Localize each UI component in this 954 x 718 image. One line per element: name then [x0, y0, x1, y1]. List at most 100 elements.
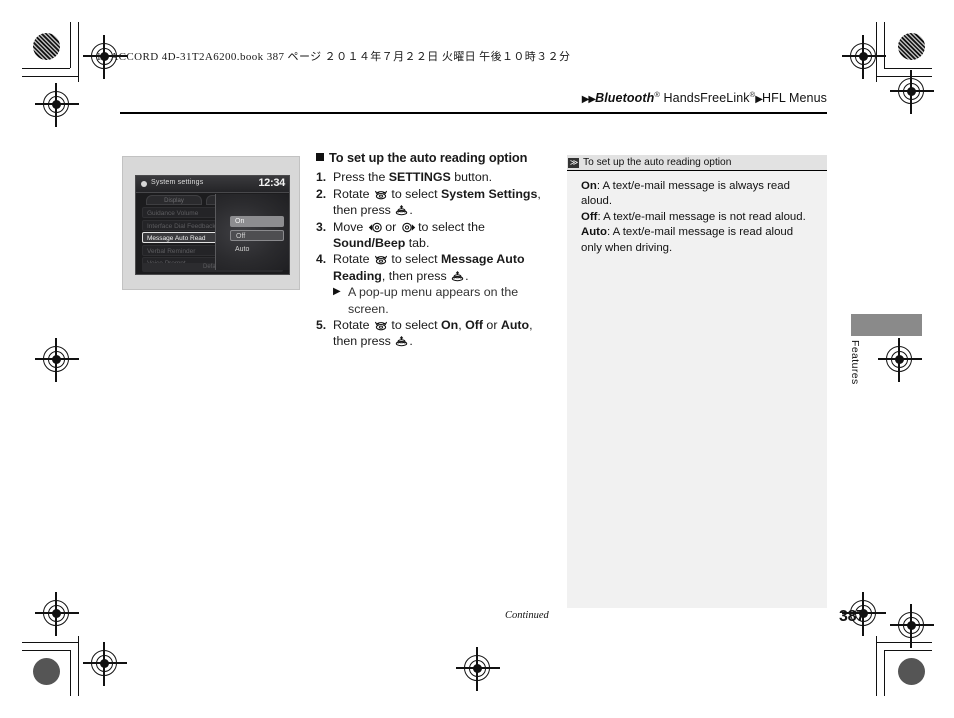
bullet-square-icon: [316, 153, 324, 161]
registration-mark-top-right: [842, 35, 886, 79]
crop-line-tr-v1: [884, 22, 886, 68]
knob-right-icon: [401, 222, 415, 233]
registration-mark-right-upper: [890, 70, 934, 114]
step-run: .: [409, 334, 413, 349]
side-note-heading-text: To set up the auto reading option: [583, 157, 732, 168]
step-run: to select the: [414, 219, 485, 234]
instruction-step-4: 4. Rotate to select Message Auto Reading…: [316, 251, 556, 284]
note-line-on: On: A text/e-mail message is always read…: [581, 179, 817, 210]
registration-mark-left-upper: [35, 83, 79, 127]
step-run: .: [409, 203, 413, 218]
crop-line-tr-h1: [884, 68, 932, 70]
step-run: Press the: [333, 170, 389, 185]
step-text: Rotate to select System Settings, then p…: [333, 187, 541, 217]
note-line-off: Off: A text/e-mail message is not read a…: [581, 210, 817, 225]
step-number: 2.: [316, 186, 327, 201]
side-note-body: On: A text/e-mail message is always read…: [567, 171, 827, 256]
instruction-block: To set up the auto reading option 1. Pre…: [316, 150, 556, 350]
step-run: to select: [387, 186, 441, 201]
device-tab-display: Display: [146, 195, 202, 205]
system-settings-bullet-icon: [141, 181, 147, 187]
step-number: 5.: [316, 318, 327, 333]
side-note-heading: ≫ To set up the auto reading option: [567, 155, 827, 171]
substep-arrow-icon: ▶: [333, 286, 341, 298]
registration-mark-bottom-center: [456, 647, 500, 691]
popup-option-auto: Auto: [235, 246, 250, 253]
instruction-heading-text: To set up the auto reading option: [329, 150, 528, 165]
crop-line-tl-h1: [22, 68, 70, 70]
chapter-label-features: Features: [849, 340, 861, 385]
step-run: or: [482, 318, 501, 333]
step-text: Press the SETTINGS button.: [333, 170, 492, 184]
emphasis-term: On: [440, 318, 459, 333]
registration-mark-left-center: [35, 338, 79, 382]
device-screen: System settings 12:34 Display Sound/B Gu…: [135, 175, 290, 275]
registration-mark-right-center: [878, 338, 922, 382]
note-line-auto: Auto: A text/e-mail message is read alou…: [581, 225, 817, 256]
crop-line-bl-v2: [78, 636, 80, 696]
crop-line-br-v1: [884, 650, 886, 696]
crop-line-br-h1: [884, 650, 932, 652]
step-run: tab.: [405, 236, 430, 251]
side-note-panel: ≫ To set up the auto reading option On: …: [567, 155, 827, 608]
step-text: Rotate to select Message Auto Reading, t…: [333, 252, 525, 282]
emphasis-term: Sound/Beep: [333, 236, 406, 251]
breadcrumb-product: HandsFreeLink: [659, 91, 750, 106]
emphasis-term: Auto: [500, 318, 530, 333]
rotate-knob-icon: [374, 189, 388, 200]
note-term-on: On: [581, 180, 597, 192]
rotate-knob-icon: [374, 254, 388, 265]
instruction-step-1: 1. Press the SETTINGS button.: [316, 169, 556, 185]
step-number: 4.: [316, 252, 327, 267]
registration-color-dot-bl: [33, 658, 60, 685]
emphasis-term: Off: [465, 318, 483, 333]
crop-line-tl-v1: [70, 22, 72, 68]
crop-line-bl-v1: [70, 650, 72, 696]
breadcrumb-brand: Bluetooth: [595, 91, 655, 106]
crop-line-tr-v2: [876, 22, 878, 82]
instruction-step-3: 3. Move or to select the Sound/Beep tab.: [316, 219, 556, 252]
press-knob-icon: [395, 205, 408, 216]
note-badge-icon: ≫: [568, 157, 579, 168]
header-divider-rule: [120, 112, 827, 114]
registration-color-dot-tr: [898, 33, 925, 60]
breadcrumb-section: HFL Menus: [761, 91, 827, 106]
note-desc-auto: : A text/e-mail message is read aloud on…: [581, 226, 794, 254]
note-term-off: Off: [581, 210, 598, 223]
registration-mark-bottom-left: [83, 642, 127, 686]
registration-color-dot-tl: [33, 33, 60, 60]
crop-line-tr-h2: [876, 76, 932, 78]
chapter-thumb-tab: [851, 314, 922, 336]
print-file-info-line: 15 ACCORD 4D-31T2A6200.book 387 ページ ２０１４…: [96, 51, 571, 63]
device-popup-menu: On Off Auto: [215, 194, 289, 270]
instruction-step-5: 5. Rotate to select On, Off or Auto, the…: [316, 317, 556, 350]
step-run: button.: [450, 170, 493, 185]
breadcrumb: ▶▶Bluetooth® HandsFreeLink®▶HFL Menus: [582, 90, 827, 105]
instruction-substep-popup-note: ▶ A pop-up menu appears on the screen.: [316, 284, 556, 317]
breadcrumb-arrow-mid: ▶: [755, 94, 763, 106]
popup-option-on: On: [230, 216, 284, 227]
step-text: Rotate to select On, Off or Auto, then p…: [333, 318, 533, 348]
step-run: .: [465, 268, 469, 283]
instruction-heading: To set up the auto reading option: [316, 150, 556, 166]
crop-line-bl-h1: [22, 650, 70, 652]
device-screen-titlebar: System settings 12:34: [136, 176, 289, 193]
device-screenshot-figure: System settings 12:34 Display Sound/B Gu…: [122, 156, 300, 290]
registration-color-dot-br: [898, 658, 925, 685]
rotate-knob-icon: [374, 320, 388, 331]
substep-text: A pop-up menu appears on the screen.: [348, 285, 519, 316]
device-screen-title: System settings: [151, 179, 204, 186]
step-run: Rotate: [333, 318, 373, 333]
press-knob-icon: [395, 336, 408, 347]
breadcrumb-arrow-leading: ▶▶: [581, 94, 596, 106]
step-number: 1.: [316, 170, 327, 185]
registration-mark-left-lower: [35, 592, 79, 636]
continued-label: Continued: [505, 610, 549, 621]
popup-option-off: Off: [230, 230, 284, 241]
step-run: Rotate: [333, 252, 373, 267]
step-run: Rotate: [333, 186, 373, 201]
step-run: or: [381, 219, 400, 234]
step-text: Move or to select the Sound/Beep tab.: [333, 220, 485, 250]
step-number: 3.: [316, 219, 327, 234]
instruction-step-2: 2. Rotate to select System Settings, the…: [316, 186, 556, 219]
